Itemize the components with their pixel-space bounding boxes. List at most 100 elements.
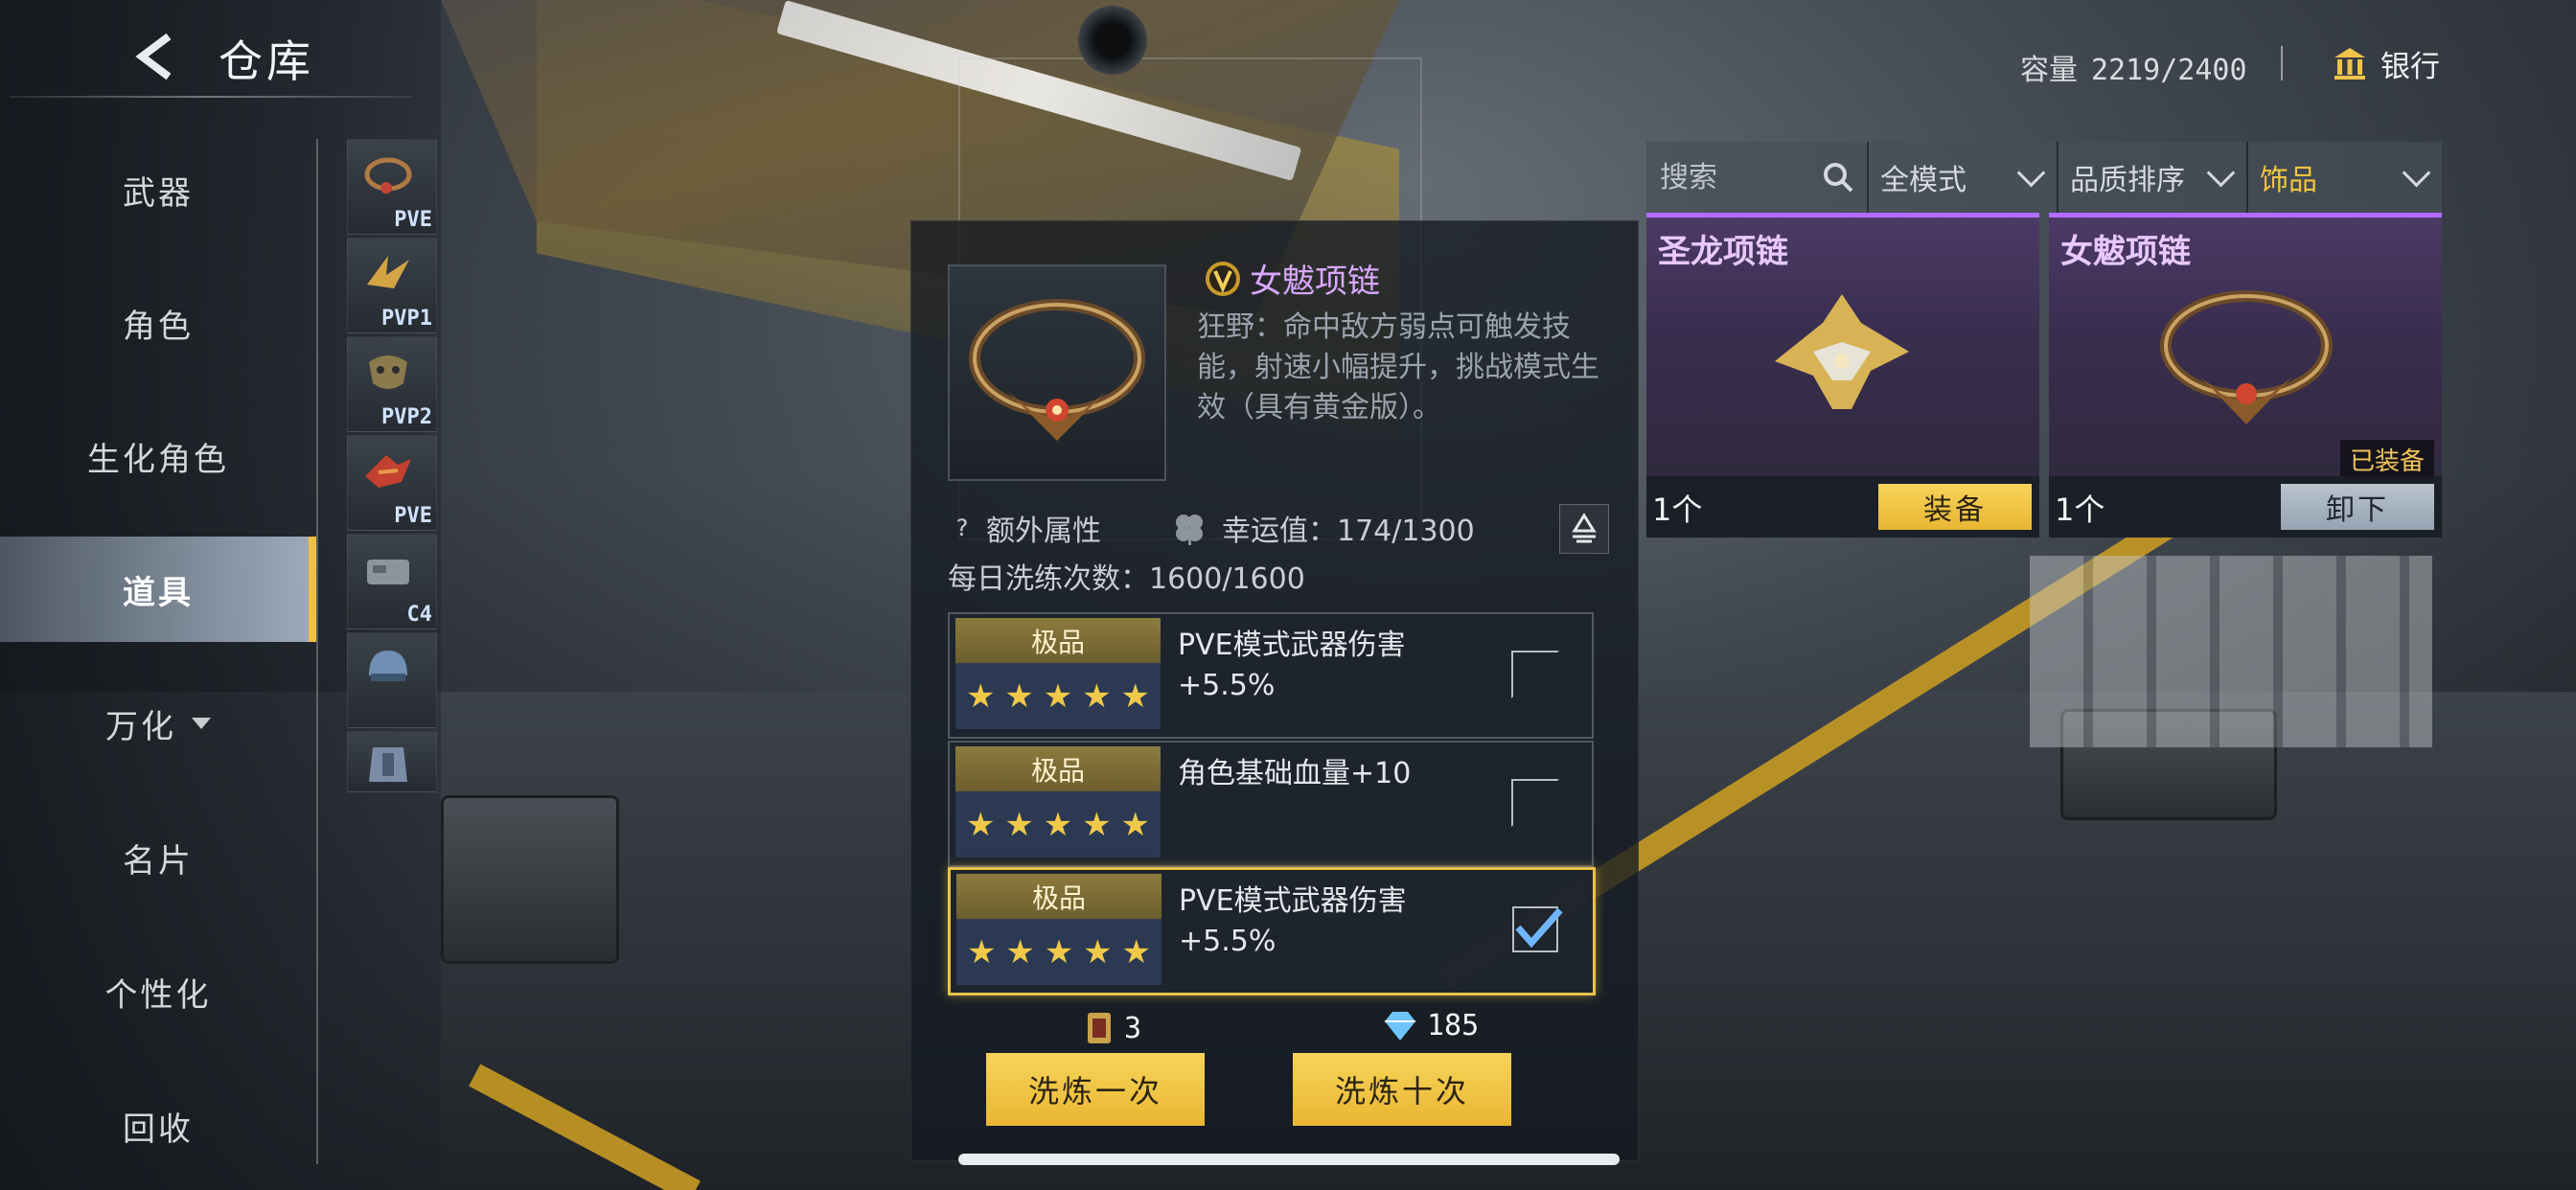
unequip-button[interactable]: 卸下 bbox=[2281, 484, 2434, 530]
card-name: 圣龙项链 bbox=[1658, 233, 1788, 271]
refine-once-button[interactable]: 洗炼一次 bbox=[986, 1053, 1205, 1126]
category-wanhua[interactable]: 万化 bbox=[0, 671, 316, 776]
category-label: 生化角色 bbox=[87, 440, 229, 479]
star-icon: ★ bbox=[965, 806, 996, 844]
shelf-rack bbox=[2030, 556, 2432, 747]
bank-button[interactable]: 银行 bbox=[2331, 40, 2440, 86]
star-icon: ★ bbox=[1044, 933, 1074, 972]
inventory-card[interactable]: 圣龙项链 1个 装备 bbox=[1646, 213, 2039, 538]
search-box[interactable] bbox=[1646, 142, 1869, 213]
attribute-roll[interactable]: 极品 ★ ★ ★ ★ ★ PVE模式武器伤害+5.5% bbox=[948, 612, 1594, 739]
armor-icon bbox=[369, 747, 407, 782]
search-icon[interactable] bbox=[1821, 160, 1855, 195]
category-namecards[interactable]: 名片 bbox=[0, 805, 316, 910]
star-icon: ★ bbox=[1004, 677, 1034, 716]
chevron-down-icon bbox=[192, 718, 211, 729]
c4-icon bbox=[367, 560, 409, 584]
slot-thumb[interactable]: PVP2 bbox=[347, 336, 437, 432]
roll-text: 角色基础血量+10 bbox=[1178, 757, 1412, 790]
help-icon[interactable]: ? bbox=[948, 514, 977, 542]
card-footer: 1个 装备 bbox=[1646, 476, 2039, 538]
daily-refine-count: 每日洗练次数：1600/1600 bbox=[948, 562, 1305, 596]
rank-v-icon bbox=[1206, 261, 1240, 296]
mask-icon bbox=[369, 355, 407, 389]
sort-filter[interactable]: 品质排序 bbox=[2058, 142, 2248, 213]
helmet-icon bbox=[369, 651, 407, 681]
category-label: 回收 bbox=[123, 1110, 194, 1149]
page-title: 仓库 bbox=[218, 35, 314, 87]
bank-icon bbox=[2334, 48, 2365, 80]
equip-button[interactable]: 装备 bbox=[1878, 484, 2032, 530]
chevron-down-icon bbox=[2016, 158, 2046, 188]
luck-value: 幸运值：174/1300 bbox=[1222, 515, 1475, 548]
necklace-icon bbox=[2160, 290, 2333, 424]
type-filter[interactable]: 饰品 bbox=[2248, 142, 2442, 213]
chevron-down-icon bbox=[2402, 158, 2431, 188]
slot-thumb[interactable]: PVE bbox=[347, 435, 437, 531]
slot-tag: PVE bbox=[394, 208, 432, 232]
recycle-icon[interactable] bbox=[1559, 504, 1609, 554]
attribute-roll[interactable]: 极品 ★ ★ ★ ★ ★ PVE模式武器伤害+5.5% bbox=[948, 867, 1596, 995]
slot-thumb[interactable] bbox=[347, 731, 437, 792]
star-icon: ★ bbox=[966, 933, 997, 972]
red-dragon-icon bbox=[365, 455, 411, 488]
star-icon: ★ bbox=[1004, 806, 1034, 844]
category-bio-characters[interactable]: 生化角色 bbox=[0, 403, 316, 509]
category-recycle[interactable]: 回收 bbox=[0, 1073, 316, 1179]
inventory-card[interactable]: 女魃项链 已装备 1个 卸下 bbox=[2049, 213, 2442, 538]
category-label: 武器 bbox=[123, 173, 194, 213]
star-icon: ★ bbox=[965, 677, 996, 716]
search-input[interactable] bbox=[1658, 159, 1825, 195]
header-divider bbox=[2281, 46, 2283, 80]
slot-thumb[interactable]: PVE bbox=[347, 139, 437, 235]
star-icon: ★ bbox=[1121, 933, 1151, 972]
slot-thumb[interactable]: PVP1 bbox=[347, 238, 437, 333]
grade-badge: 极品 ★ ★ ★ ★ ★ bbox=[955, 746, 1161, 858]
dragon-necklace-icon bbox=[1775, 294, 1909, 409]
home-indicator[interactable] bbox=[958, 1154, 1620, 1165]
scroll-cost: 3 bbox=[1082, 1009, 1141, 1047]
diamond-icon bbox=[1385, 1011, 1415, 1041]
mode-filter[interactable]: 全模式 bbox=[1869, 142, 2058, 213]
attribute-roll[interactable]: 极品 ★ ★ ★ ★ ★ 角色基础血量+10 bbox=[948, 741, 1594, 867]
ceiling-lamp bbox=[1078, 6, 1147, 75]
grade-label: 极品 bbox=[1030, 755, 1085, 787]
lock-checkbox[interactable] bbox=[1511, 779, 1559, 827]
grade-label: 极品 bbox=[1031, 882, 1086, 914]
star-icon: ★ bbox=[1043, 806, 1073, 844]
clover-icon bbox=[1176, 515, 1203, 545]
card-count: 1个 bbox=[1652, 492, 1703, 528]
category-label: 角色 bbox=[123, 307, 194, 346]
filter-bar: 全模式 品质排序 饰品 bbox=[1646, 142, 2442, 213]
slot-tag: PVE bbox=[394, 504, 432, 528]
refine-scroll-icon bbox=[1088, 1013, 1111, 1043]
equipped-badge: 已装备 bbox=[2339, 440, 2434, 479]
star-icon: ★ bbox=[1120, 806, 1150, 844]
category-items[interactable]: 道具 bbox=[0, 537, 316, 642]
grade-badge: 极品 ★ ★ ★ ★ ★ bbox=[955, 618, 1161, 729]
lock-checkbox[interactable] bbox=[1511, 651, 1559, 698]
category-characters[interactable]: 角色 bbox=[0, 270, 316, 376]
extra-attr-label: 额外属性 bbox=[986, 515, 1101, 548]
item-detail-panel: 女魃项链 狂野：命中敌方弱点可触发技能，射速小幅提升，挑战模式生效（具有黄金版）… bbox=[910, 220, 1639, 1161]
lock-checkbox[interactable] bbox=[1512, 906, 1563, 952]
capacity: 容量 2219/2400 bbox=[2020, 46, 2247, 88]
roll-text: PVE模式武器伤害+5.5% bbox=[1178, 629, 1406, 702]
category-weapons[interactable]: 武器 bbox=[0, 137, 316, 242]
slot-tag: C4 bbox=[406, 603, 433, 627]
refine-ten-button[interactable]: 洗炼十次 bbox=[1293, 1053, 1511, 1126]
category-personalize[interactable]: 个性化 bbox=[0, 939, 316, 1044]
slot-thumb[interactable]: C4 bbox=[347, 534, 437, 629]
star-icon: ★ bbox=[1082, 806, 1112, 844]
roll-text: PVE模式武器伤害+5.5% bbox=[1179, 884, 1407, 958]
card-name: 女魃项链 bbox=[2060, 233, 2191, 271]
slot-tag: PVP2 bbox=[381, 405, 432, 429]
item-description: 狂野：命中敌方弱点可触发技能，射速小幅提升，挑战模式生效（具有黄金版）。 bbox=[1197, 310, 1599, 424]
necklace-icon bbox=[969, 299, 1145, 441]
crate bbox=[441, 795, 619, 964]
back-arrow-icon[interactable] bbox=[132, 33, 174, 80]
slot-thumb[interactable] bbox=[347, 632, 437, 728]
category-label: 名片 bbox=[123, 841, 194, 881]
card-footer: 1个 卸下 bbox=[2049, 476, 2442, 538]
item-name: 女魃项链 bbox=[1204, 255, 1380, 302]
